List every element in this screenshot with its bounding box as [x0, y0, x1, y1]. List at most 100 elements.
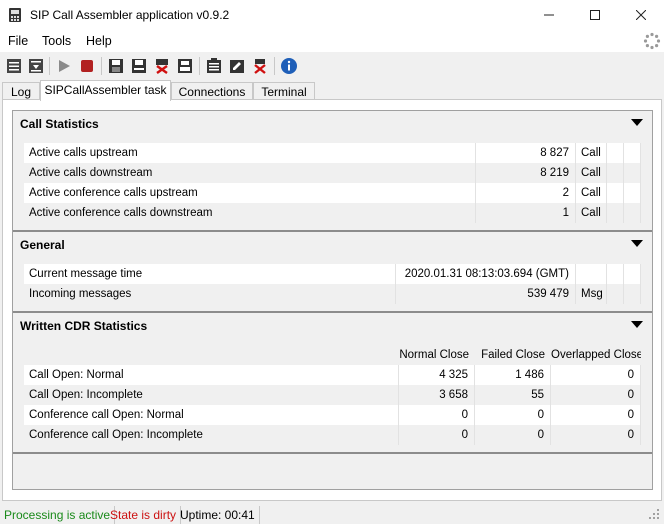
cdr-value: 0 [551, 425, 641, 445]
stat-unit: Msg [576, 284, 607, 304]
cdr-value: 0 [475, 405, 551, 425]
collapse-triangle-icon[interactable] [631, 119, 643, 126]
table-row: Conference call Open: Normal 0 0 0 [24, 405, 641, 425]
general-group: General Current message time 2020.01.31 … [13, 232, 652, 313]
collapse-triangle-icon[interactable] [631, 321, 643, 328]
clipboard-check-button[interactable] [204, 56, 224, 76]
list-download-button[interactable] [26, 56, 46, 76]
column-header: Overlapped Close [551, 349, 641, 361]
table-row: Active calls upstream 8 827 Call [24, 143, 641, 163]
minimize-button[interactable] [526, 0, 572, 30]
table-row: Active conference calls downstream 1 Cal… [24, 203, 641, 223]
info-icon [281, 58, 297, 74]
statistics-panel[interactable]: Call Statistics Active calls upstream 8 … [12, 110, 653, 490]
stat-unit: Call [576, 183, 607, 203]
save-as-button[interactable] [129, 56, 149, 76]
title-bar: SIP Call Assembler application v0.9.2 [0, 0, 664, 30]
cdr-value: 1 486 [475, 365, 551, 385]
cdr-row-label: Call Open: Normal [24, 365, 399, 385]
group-title: Written CDR Statistics [20, 319, 148, 333]
table-row: Active conference calls upstream 2 Call [24, 183, 641, 203]
stat-spacer [624, 143, 641, 163]
tab-log[interactable]: Log [2, 82, 40, 100]
group-title: General [20, 238, 65, 252]
cdr-value: 55 [475, 385, 551, 405]
menu-file[interactable]: File [8, 34, 28, 48]
clipboard-edit-button[interactable] [227, 56, 247, 76]
state-status: State is dirty [106, 506, 182, 524]
clipboard-edit-icon [230, 60, 244, 73]
maximize-button[interactable] [572, 0, 618, 30]
stat-label: Incoming messages [24, 284, 396, 304]
clipboard-check-icon [207, 58, 221, 73]
stat-spacer [624, 163, 641, 183]
clear-button[interactable] [250, 56, 270, 76]
table-row: Call Open: Incomplete 3 658 55 0 [24, 385, 641, 405]
stat-unit: Call [576, 143, 607, 163]
stat-spacer [607, 203, 624, 223]
group-title: Call Statistics [20, 117, 99, 131]
cdr-row-label: Conference call Open: Incomplete [24, 425, 399, 445]
resize-grip-icon[interactable] [648, 508, 660, 520]
processing-status: Processing is active [0, 506, 116, 524]
list-download-icon [29, 59, 43, 73]
start-button[interactable] [54, 56, 74, 76]
busy-spinner-icon [643, 32, 661, 50]
stat-label: Active calls upstream [24, 143, 476, 163]
save-icon [109, 59, 123, 73]
play-icon [59, 60, 70, 72]
list-icon [7, 59, 21, 73]
menu-help[interactable]: Help [86, 34, 112, 48]
delete-red-x-icon [156, 59, 168, 74]
print-button[interactable] [175, 56, 195, 76]
cdr-value: 0 [399, 405, 475, 425]
stat-spacer [607, 163, 624, 183]
save-button[interactable] [106, 56, 126, 76]
cdr-row-label: Call Open: Incomplete [24, 385, 399, 405]
maximize-icon [590, 10, 600, 20]
task-tab-page: Call Statistics Active calls upstream 8 … [2, 99, 662, 501]
stop-button[interactable] [77, 56, 97, 76]
stop-icon [81, 60, 93, 72]
column-header: Normal Close [399, 349, 469, 361]
stat-value: 8 827 [476, 143, 576, 163]
close-button[interactable] [618, 0, 664, 30]
collapse-triangle-icon[interactable] [631, 240, 643, 247]
table-header-row: Normal Close Failed Close Overlapped Clo… [24, 345, 641, 365]
column-header: Failed Close [481, 349, 545, 361]
app-phone-icon [9, 8, 21, 22]
cdr-value: 0 [551, 405, 641, 425]
table-row: Conference call Open: Incomplete 0 0 0 [24, 425, 641, 445]
stat-spacer [607, 143, 624, 163]
about-button[interactable] [279, 56, 299, 76]
cdr-row-label: Conference call Open: Normal [24, 405, 399, 425]
cdr-statistics-group: Written CDR Statistics Normal Close Fail… [13, 313, 652, 454]
stat-label: Active conference calls upstream [24, 183, 476, 203]
cdr-value: 0 [475, 425, 551, 445]
table-row: Active calls downstream 8 219 Call [24, 163, 641, 183]
tab-terminal[interactable]: Terminal [253, 82, 315, 100]
toolbar-separator [101, 57, 102, 75]
tab-connections[interactable]: Connections [171, 82, 253, 100]
toolbar-separator [199, 57, 200, 75]
cdr-value: 4 325 [399, 365, 475, 385]
stat-spacer [624, 264, 641, 284]
menu-tools[interactable]: Tools [42, 34, 71, 48]
stat-label: Current message time [24, 264, 396, 284]
stat-spacer [607, 284, 624, 304]
table-row: Incoming messages 539 479 Msg [24, 284, 641, 304]
stat-spacer [624, 183, 641, 203]
cdr-value: 0 [551, 365, 641, 385]
print-icon [178, 59, 192, 73]
cdr-value: 0 [399, 425, 475, 445]
stat-unit [576, 264, 607, 284]
stat-spacer [607, 183, 624, 203]
list-button[interactable] [4, 56, 24, 76]
menu-bar: File Tools Help [0, 30, 664, 52]
delete-button[interactable] [152, 56, 172, 76]
close-icon [636, 10, 646, 20]
tab-sipcallassembler-task[interactable]: SIPCallAssembler task [40, 80, 171, 101]
table-row: Call Open: Normal 4 325 1 486 0 [24, 365, 641, 385]
stat-label: Active calls downstream [24, 163, 476, 183]
stat-value: 8 219 [476, 163, 576, 183]
